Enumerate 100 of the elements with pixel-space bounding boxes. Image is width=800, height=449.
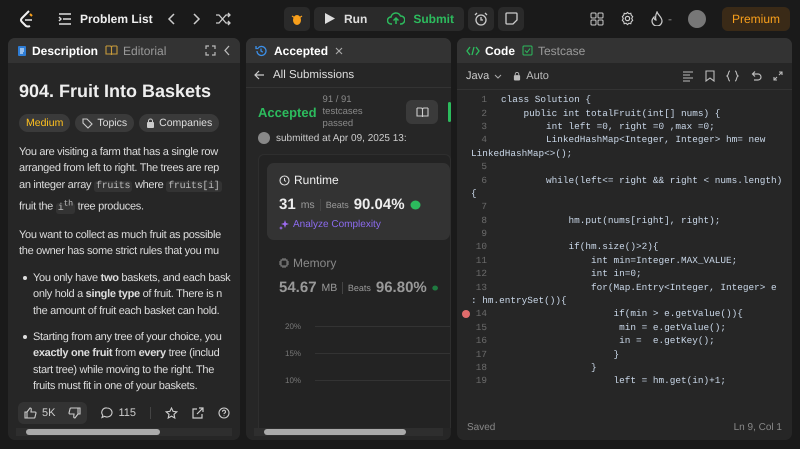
line-number: 12: [476, 268, 487, 280]
thumbs-up-icon: [24, 407, 37, 419]
star-icon[interactable]: [165, 406, 178, 420]
line-number: 17: [476, 348, 487, 360]
line-number: 11: [476, 254, 487, 266]
avatar: [258, 132, 270, 144]
line-number: 7: [481, 201, 487, 212]
avatar[interactable]: [688, 10, 706, 28]
line-number: 16: [476, 335, 487, 346]
code-line: int in=0;: [590, 268, 642, 280]
runtime-percent: 90.04%: [354, 196, 405, 213]
memory-value: 54.67: [279, 279, 317, 296]
problem-title: 904. Fruit Into Baskets: [19, 81, 212, 102]
chevron-right-icon[interactable]: [190, 12, 201, 26]
lock-icon: [513, 71, 522, 81]
line-number: 5: [481, 161, 487, 172]
code-line: if(hm.size()>2){: [568, 241, 659, 252]
code-line: min = e.getValue();: [618, 322, 726, 333]
comment-icon: [101, 407, 114, 419]
topics-tag[interactable]: Topics: [75, 114, 134, 132]
submit-button[interactable]: Submit: [377, 6, 464, 30]
runtime-card[interactable]: Runtime 31 ms Beats 90.04% Analyze Complexity: [267, 163, 450, 240]
caret-icon: [494, 74, 502, 78]
braces-icon[interactable]: [726, 70, 739, 82]
reset-icon[interactable]: [750, 70, 762, 82]
chevron-left-icon[interactable]: [166, 12, 177, 26]
line-number: 8: [481, 214, 487, 226]
cloud-upload-icon: [387, 12, 406, 25]
language-dropdown[interactable]: Java: [466, 70, 502, 82]
horizontal-scrollbar[interactable]: [16, 428, 232, 436]
code-line: for(Map.Entry<Integer, Integer> e: [590, 282, 777, 293]
back-arrow-icon[interactable]: [254, 70, 265, 80]
code-icon: [466, 46, 480, 56]
tab[interactable]: Editorial: [105, 44, 166, 58]
code-line: in = e.getKey();: [618, 335, 715, 346]
alarm-button[interactable]: [468, 6, 494, 30]
line-number: 4: [481, 134, 487, 146]
description-text: Starting from any tree of your choice, you exactly one fruit from every tree (includ start tree) while moving to the right. The fruits must fit in one of your baskets.: [33, 330, 222, 394]
line-number: 9: [481, 228, 487, 240]
description-text: You want to collect as much fruit as possible the owner has some strict rules that you mu: [19, 228, 221, 260]
auto-label: Auto: [526, 70, 549, 82]
code-line: if(min > e.getValue()){: [612, 308, 743, 320]
settings-icon[interactable]: [620, 11, 635, 26]
play-icon: [324, 12, 336, 25]
comments-button[interactable]: 115: [101, 407, 136, 419]
code-line: : hm.entrySet()){: [471, 295, 567, 306]
chevron-left-icon[interactable]: [223, 45, 231, 56]
debug-button[interactable]: [284, 6, 310, 30]
document-icon: [17, 44, 27, 56]
problem-list-button[interactable]: Problem List: [58, 12, 153, 26]
line-number: 2: [481, 108, 487, 119]
difficulty-tag[interactable]: Medium: [19, 114, 70, 132]
fullscreen-icon[interactable]: [205, 45, 216, 56]
axis-label: 10%: [285, 376, 302, 385]
lock-icon: [146, 118, 156, 128]
code-line: int left =0, right =0 ,max =0;: [545, 120, 715, 132]
bookmark-icon[interactable]: [705, 70, 715, 82]
horizontal-scrollbar[interactable]: [254, 428, 443, 436]
breakpoint-icon[interactable]: [462, 310, 470, 318]
close-icon[interactable]: [335, 46, 344, 54]
line-number: 13: [476, 282, 487, 293]
code-line: }: [590, 362, 597, 373]
list-icon: [58, 12, 72, 24]
chip-icon: [279, 258, 289, 268]
axis-label: 15%: [285, 349, 302, 358]
companies-tag[interactable]: Companies: [139, 114, 220, 132]
note-button[interactable]: [498, 6, 524, 30]
premium-button[interactable]: Premium: [722, 6, 790, 30]
expand-icon[interactable]: [773, 71, 783, 81]
grid-icon[interactable]: [590, 12, 604, 26]
tab[interactable]: Testcase: [522, 44, 586, 58]
clock-icon: [279, 174, 290, 186]
runtime-unit: ms: [300, 198, 315, 210]
code-line: while(left<= right && right < nums.length): [545, 174, 782, 186]
share-icon[interactable]: [192, 407, 204, 419]
memory-unit: MB: [322, 282, 338, 294]
line-number: 10: [476, 241, 487, 252]
description-text: You only have two baskets, and each bask only hold a single type of fruit. There is n the amount of fruit each basket can hold.: [33, 270, 230, 319]
code-line: int min=Integer.MAX_VALUE;: [590, 254, 738, 266]
help-icon[interactable]: [218, 407, 230, 419]
description-text: You are visiting a farm that has a single row arranged from left to right. The trees are rep an integer array fruits where fruits[i] fruit the i$^{th}$ tree produces.: [19, 145, 222, 216]
run-button[interactable]: Run: [314, 6, 378, 30]
checkbox-icon: [522, 45, 533, 56]
book-icon: [416, 106, 429, 118]
format-icon[interactable]: [682, 70, 694, 82]
shuffle-icon[interactable]: [214, 12, 231, 26]
flame-icon[interactable]: [650, 11, 663, 26]
line-number: 15: [476, 322, 487, 333]
editorial-button[interactable]: [406, 100, 438, 124]
all-submissions-link[interactable]: All Submissions: [273, 69, 354, 81]
accepted-tab[interactable]: Accepted: [274, 44, 328, 58]
tab[interactable]: Description: [17, 44, 98, 58]
line-number: 1: [481, 94, 487, 106]
tab[interactable]: Code: [466, 44, 515, 58]
code-line: hm.put(nums[right], right);: [568, 214, 720, 226]
code-line: {: [471, 188, 477, 199]
code-line: }: [612, 348, 620, 360]
line-number: 19: [476, 375, 487, 386]
alarm-clock-icon: [474, 12, 488, 26]
line-number: 18: [476, 362, 487, 373]
